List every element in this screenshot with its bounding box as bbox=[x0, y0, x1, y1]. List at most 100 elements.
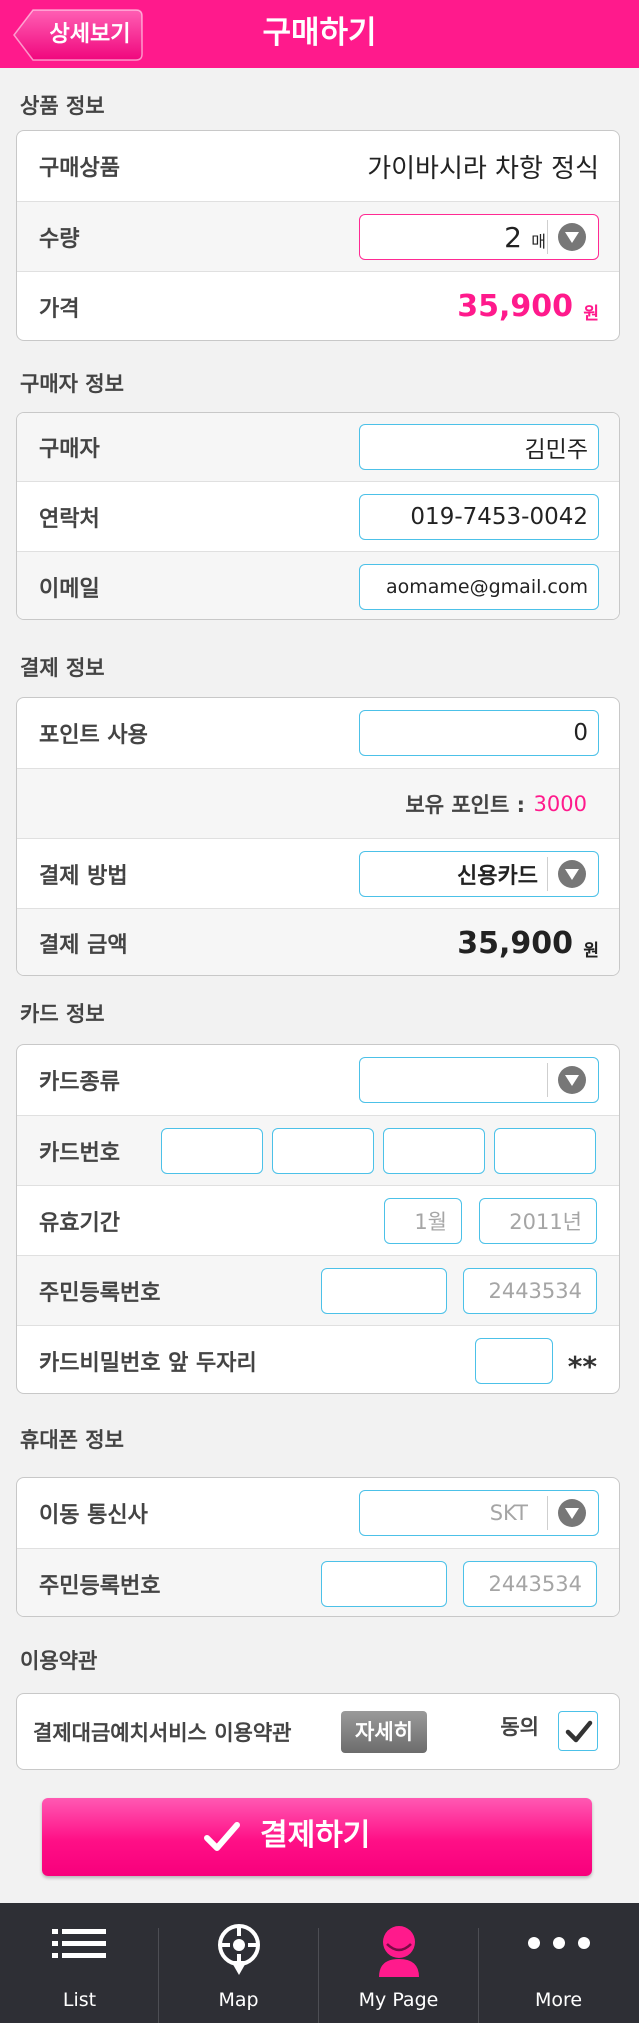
card-rrn-back-field[interactable]: 2443534 bbox=[463, 1268, 597, 1314]
row-method: 결제 방법 신용카드 bbox=[17, 838, 619, 908]
card-type-label: 카드종류 bbox=[39, 1070, 120, 1095]
row-card-type: 카드종류 bbox=[17, 1045, 619, 1115]
email-label: 이메일 bbox=[39, 576, 100, 602]
dropdown-divider bbox=[547, 220, 548, 254]
dropdown-divider bbox=[547, 1063, 548, 1097]
card-pin-field[interactable] bbox=[475, 1338, 553, 1384]
card-number-field-4[interactable] bbox=[494, 1128, 596, 1174]
quantity-value: 2 bbox=[504, 220, 522, 254]
points-field[interactable]: 0 bbox=[359, 710, 599, 756]
phone-info-card: 이동 통신사 SKT 주민등록번호 2443534 bbox=[16, 1477, 620, 1617]
terms-detail-button[interactable]: 자세히 bbox=[341, 1711, 427, 1753]
tab-my-page[interactable]: My Page bbox=[319, 1903, 478, 2023]
chevron-down-icon bbox=[558, 860, 586, 888]
quantity-dropdown[interactable]: 2 매 bbox=[359, 214, 599, 260]
card-rrn-front-field[interactable] bbox=[321, 1268, 447, 1314]
tab-map-label: Map bbox=[218, 1989, 259, 2011]
owned-points-label: 보유 포인트 : bbox=[405, 792, 525, 817]
card-number-field-2[interactable] bbox=[272, 1128, 374, 1174]
card-pin-label: 카드비밀번호 앞 두자리 bbox=[39, 1350, 257, 1376]
pay-button-label: 결제하기 bbox=[260, 1818, 371, 1853]
tab-my-page-label: My Page bbox=[358, 1989, 439, 2011]
chevron-down-icon bbox=[558, 1499, 586, 1527]
owned-points-value: 3000 bbox=[533, 791, 587, 816]
amount-value: 35,900 bbox=[457, 925, 573, 961]
row-contact: 연락처 019-7453-0042 bbox=[17, 481, 619, 551]
phone-rrn-front-field[interactable] bbox=[321, 1561, 447, 1607]
expiry-month-field[interactable]: 1월 bbox=[384, 1198, 462, 1244]
expiry-year-placeholder: 2011년 bbox=[509, 1210, 582, 1234]
expiry-month-placeholder: 1월 bbox=[414, 1210, 447, 1234]
contact-value: 019-7453-0042 bbox=[410, 504, 588, 530]
expiry-year-field[interactable]: 2011년 bbox=[479, 1198, 597, 1244]
method-label: 결제 방법 bbox=[39, 863, 128, 889]
checkmark-icon bbox=[204, 1822, 240, 1851]
price-value: 35,900 bbox=[457, 289, 573, 324]
card-info-card: 카드종류 카드번호 유효기간 1월 2011년 주민등록번호 2443534 카… bbox=[16, 1044, 620, 1394]
row-expiry: 유효기간 1월 2011년 bbox=[17, 1185, 619, 1255]
agree-label: 동의 bbox=[500, 1714, 539, 1739]
terms-label: 결제대금예치서비스 이용약관 bbox=[33, 1720, 292, 1745]
buyer-name-field[interactable]: 김민주 bbox=[359, 424, 599, 470]
section-title-terms: 이용약관 bbox=[20, 1649, 98, 1673]
person-icon bbox=[378, 1926, 419, 1977]
row-card-number: 카드번호 bbox=[17, 1115, 619, 1185]
bottom-tab-bar: List Map My Page More bbox=[0, 1903, 639, 2023]
product-name: 가이바시라 차항 정식 bbox=[367, 153, 599, 184]
terms-card: 결제대금예치서비스 이용약관 자세히 동의 bbox=[16, 1693, 620, 1770]
amount-label: 결제 금액 bbox=[39, 933, 128, 958]
amount-unit: 원 bbox=[583, 940, 599, 961]
row-phone-rrn: 주민등록번호 2443534 bbox=[17, 1548, 619, 1616]
chevron-down-icon bbox=[558, 1066, 586, 1094]
points-value: 0 bbox=[573, 720, 588, 746]
section-title-product: 상품 정보 bbox=[20, 94, 105, 118]
pay-button[interactable]: 결제하기 bbox=[42, 1798, 592, 1876]
buyer-info-card: 구매자 김민주 연락처 019-7453-0042 이메일 aomame@gma… bbox=[16, 412, 620, 620]
row-price: 가격 35,900 원 bbox=[17, 271, 619, 340]
row-quantity: 수량 2 매 bbox=[17, 201, 619, 271]
chevron-down-icon bbox=[558, 223, 586, 251]
page-title: 구매하기 bbox=[262, 15, 377, 51]
map-pin-icon bbox=[217, 1924, 260, 1975]
row-card-rrn: 주민등록번호 2443534 bbox=[17, 1255, 619, 1325]
top-bar: 상세보기 구매하기 bbox=[0, 0, 639, 68]
price-unit: 원 bbox=[583, 304, 599, 324]
payment-method-dropdown[interactable]: 신용카드 bbox=[359, 851, 599, 897]
card-type-dropdown[interactable] bbox=[359, 1057, 599, 1103]
price-label: 가격 bbox=[39, 296, 80, 322]
buyer-name-value: 김민주 bbox=[524, 437, 588, 463]
card-number-field-1[interactable] bbox=[161, 1128, 263, 1174]
section-title-phone: 휴대폰 정보 bbox=[20, 1428, 124, 1452]
card-number-field-3[interactable] bbox=[383, 1128, 485, 1174]
row-card-pin: 카드비밀번호 앞 두자리 ** bbox=[17, 1325, 619, 1393]
phone-rrn-back-field[interactable]: 2443534 bbox=[463, 1561, 597, 1607]
product-label: 구매상품 bbox=[39, 156, 120, 181]
points-label: 포인트 사용 bbox=[39, 723, 148, 748]
card-rrn-label: 주민등록번호 bbox=[39, 1280, 161, 1306]
row-buyer: 구매자 김민주 bbox=[17, 413, 619, 481]
agree-checkbox[interactable] bbox=[558, 1711, 598, 1751]
row-owned-points: 보유 포인트 : 3000 bbox=[17, 768, 619, 838]
tab-map[interactable]: Map bbox=[159, 1903, 318, 2023]
phone-rrn-label: 주민등록번호 bbox=[39, 1573, 161, 1599]
contact-label: 연락처 bbox=[39, 506, 100, 532]
tab-more[interactable]: More bbox=[479, 1903, 638, 2023]
row-product: 구매상품 가이바시라 차항 정식 bbox=[17, 131, 619, 201]
contact-field[interactable]: 019-7453-0042 bbox=[359, 494, 599, 540]
tab-list-label: List bbox=[62, 1989, 97, 2011]
row-terms: 결제대금예치서비스 이용약관 자세히 동의 bbox=[17, 1694, 619, 1769]
row-points: 포인트 사용 0 bbox=[17, 698, 619, 768]
carrier-label: 이동 통신사 bbox=[39, 1503, 148, 1528]
card-number-label: 카드번호 bbox=[39, 1140, 120, 1166]
card-rrn-back-placeholder: 2443534 bbox=[488, 1279, 582, 1303]
quantity-unit: 매 bbox=[531, 232, 546, 251]
carrier-dropdown[interactable]: SKT bbox=[359, 1490, 599, 1536]
row-carrier: 이동 통신사 SKT bbox=[17, 1478, 619, 1548]
email-value: aomame@gmail.com bbox=[385, 576, 588, 598]
email-field[interactable]: aomame@gmail.com bbox=[359, 564, 599, 610]
checkmark-icon bbox=[565, 1720, 593, 1743]
expiry-label: 유효기간 bbox=[39, 1210, 120, 1236]
section-title-card: 카드 정보 bbox=[20, 1002, 105, 1026]
dropdown-divider bbox=[547, 1496, 548, 1530]
tab-list[interactable]: List bbox=[0, 1903, 159, 2023]
